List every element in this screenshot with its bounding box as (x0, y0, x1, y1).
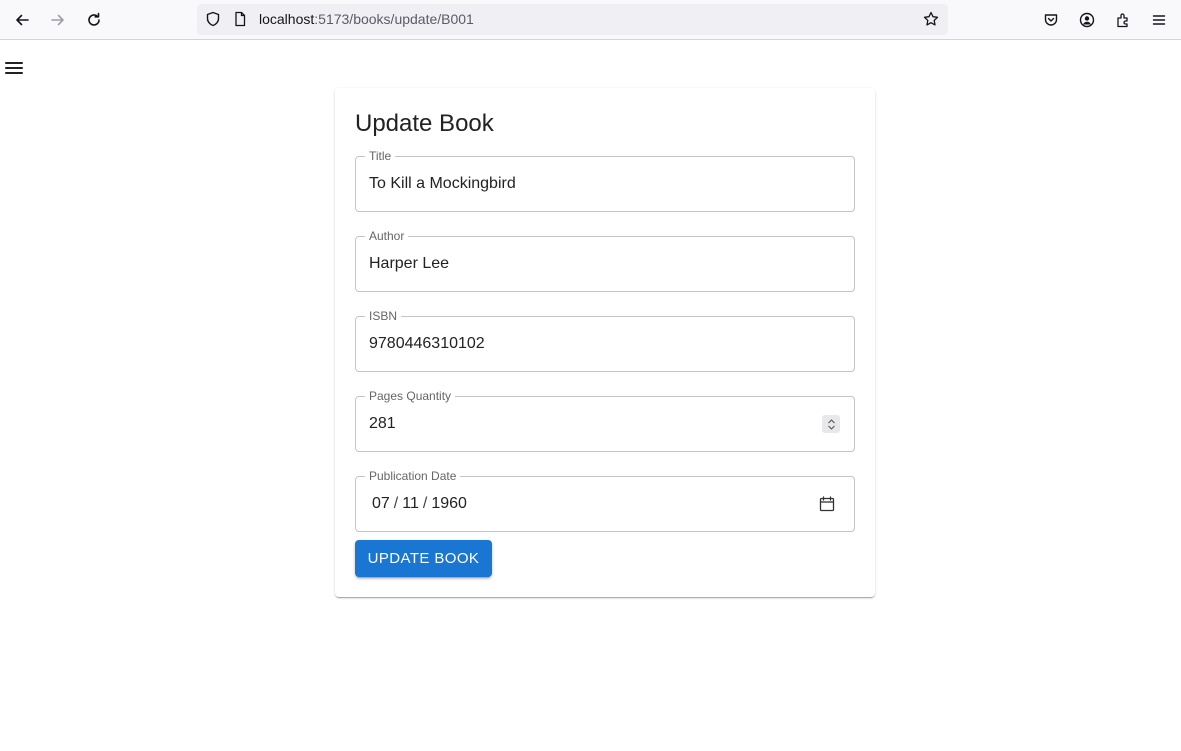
extensions-icon[interactable] (1109, 6, 1137, 34)
account-icon[interactable] (1073, 6, 1101, 34)
page-title: Update Book (355, 110, 494, 137)
app-menu-icon[interactable] (1145, 6, 1173, 34)
date-separator: / (393, 495, 399, 512)
browser-toolbar: localhost:5173/books/update/B001 (0, 0, 1181, 40)
publication-date-field[interactable]: Publication Date 07/11/1960 (355, 468, 855, 532)
update-book-button[interactable]: Update Book (355, 540, 492, 577)
calendar-icon[interactable] (818, 495, 836, 513)
url-bar[interactable]: localhost:5173/books/update/B001 (197, 4, 948, 35)
pages-quantity-input[interactable] (356, 397, 854, 451)
number-spinner-icon[interactable] (822, 415, 840, 433)
date-separator: / (422, 495, 428, 512)
isbn-input[interactable] (356, 317, 854, 371)
tracking-protection-shield-icon[interactable] (205, 11, 221, 27)
date-year[interactable]: 1960 (431, 495, 467, 512)
update-book-card: Update Book Title Author ISBN Pages Quan… (335, 88, 875, 597)
title-input[interactable] (356, 157, 854, 211)
author-field[interactable]: Author (355, 228, 855, 292)
pages-quantity-field[interactable]: Pages Quantity (355, 388, 855, 452)
bookmark-star-icon[interactable] (923, 11, 939, 27)
forward-arrow-icon[interactable] (44, 6, 72, 34)
date-day[interactable]: 11 (402, 495, 419, 512)
author-input[interactable] (356, 237, 854, 291)
isbn-field[interactable]: ISBN (355, 308, 855, 372)
url-path: :5173/books/update/B001 (314, 11, 474, 27)
hamburger-menu-icon[interactable] (5, 60, 23, 76)
publication-date-input[interactable]: 07/11/1960 (372, 477, 467, 531)
title-field[interactable]: Title (355, 148, 855, 212)
url-host: localhost (259, 11, 315, 27)
date-month[interactable]: 07 (372, 495, 390, 512)
pocket-icon[interactable] (1037, 6, 1065, 34)
page-info-icon[interactable] (232, 11, 248, 27)
reload-icon[interactable] (80, 6, 108, 34)
back-arrow-icon[interactable] (8, 6, 36, 34)
url-text[interactable]: localhost:5173/books/update/B001 (259, 4, 474, 35)
